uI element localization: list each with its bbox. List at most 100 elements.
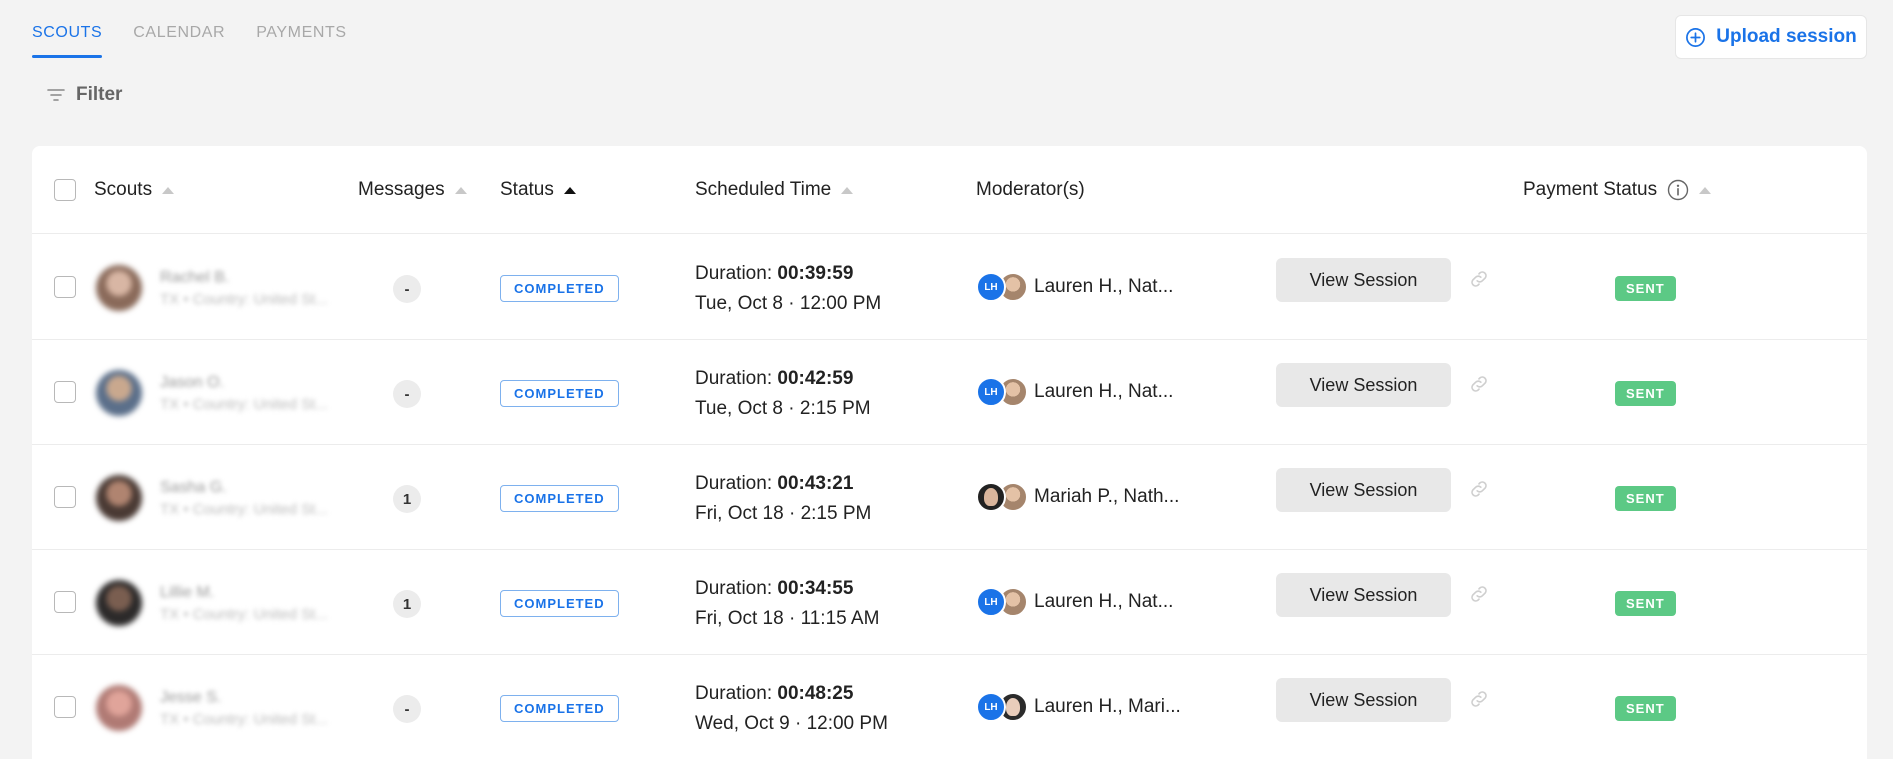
scout-name[interactable]: Sasha G. (160, 479, 227, 497)
status-badge: COMPLETED (500, 380, 619, 407)
view-session-button[interactable]: View Session (1276, 258, 1451, 302)
moderator-avatars (976, 482, 1036, 514)
moderator-initials-avatar: LH (976, 587, 1006, 617)
scheduled-datetime: Fri, Oct 18 · 11:15 AM (695, 608, 880, 629)
table-row: Lillie M. TX • Country: United St... 1 COMP… (32, 550, 1867, 655)
column-header-status[interactable]: Status (500, 146, 576, 234)
moderator-names: Lauren H., Nat... (1034, 591, 1174, 612)
view-session-button[interactable]: View Session (1276, 363, 1451, 407)
row-checkbox[interactable] (54, 276, 76, 298)
status-label: COMPLETED (514, 701, 605, 716)
filter-lines-icon (47, 89, 65, 101)
select-all-checkbox[interactable] (54, 179, 76, 201)
payment-status-label: SENT (1626, 491, 1665, 506)
link-icon[interactable] (1468, 373, 1490, 395)
duration-label: Duration: (695, 578, 778, 599)
moderator-initials: LH (984, 701, 998, 713)
scheduled-datetime: Wed, Oct 9 · 12:00 PM (695, 713, 888, 734)
table-row: Jason O. TX • Country: United St... - COMPL… (32, 340, 1867, 445)
moderator-initials-avatar: LH (976, 272, 1006, 302)
scout-location: TX • Country: United St... (160, 711, 328, 728)
avatar (96, 475, 142, 521)
tab-calendar[interactable]: CALENDAR (133, 0, 225, 58)
duration: Duration: 00:48:25 (695, 683, 853, 705)
scheduled-datetime: Fri, Oct 18 · 2:15 PM (695, 503, 872, 524)
scout-name[interactable]: Jesse S. (160, 689, 221, 707)
payment-status-label: SENT (1626, 386, 1665, 401)
view-session-button[interactable]: View Session (1276, 573, 1451, 617)
moderator-names: Mariah P., Nath... (1034, 486, 1180, 507)
duration: Duration: 00:43:21 (695, 473, 853, 495)
column-header-scouts[interactable]: Scouts (94, 146, 175, 234)
row-checkbox[interactable] (54, 486, 76, 508)
plus-circle-icon (1686, 27, 1706, 47)
duration: Duration: 00:39:59 (695, 263, 853, 285)
moderator-initials: LH (984, 386, 998, 398)
scout-location: TX • Country: United St... (160, 396, 328, 413)
row-checkbox[interactable] (54, 381, 76, 403)
sort-arrow-icon (454, 186, 467, 194)
messages-count-badge: - (393, 275, 421, 303)
link-icon[interactable] (1468, 478, 1490, 500)
avatar (96, 370, 142, 416)
status-label: COMPLETED (514, 281, 605, 296)
payment-status-badge: SENT (1615, 276, 1676, 301)
moderator-initials-avatar: LH (976, 377, 1006, 407)
duration: Duration: 00:34:55 (695, 578, 853, 600)
moderator-avatars: LH (976, 587, 1036, 619)
scout-name[interactable]: Jason O. (160, 374, 224, 392)
filter-button[interactable]: Filter (46, 84, 122, 106)
duration-value: 00:39:59 (777, 263, 854, 284)
moderator-initials: LH (984, 281, 998, 293)
tab-scouts[interactable]: SCOUTS (32, 0, 103, 58)
avatar (96, 685, 142, 731)
moderator-initials: LH (984, 596, 998, 608)
tab-payments[interactable]: PAYMENTS (256, 0, 346, 58)
messages-count-badge: - (393, 695, 421, 723)
scout-location: TX • Country: United St... (160, 606, 328, 623)
payment-status-label: SENT (1626, 596, 1665, 611)
column-header-moderators-label: Moderator(s) (976, 179, 1085, 200)
view-session-button[interactable]: View Session (1276, 468, 1451, 512)
scheduled-datetime: Tue, Oct 8 · 2:15 PM (695, 398, 871, 419)
duration-label: Duration: (695, 263, 778, 284)
scout-name[interactable]: Lillie M. (160, 584, 214, 602)
column-header-payment-status[interactable]: Payment Status (1523, 146, 1712, 234)
column-header-status-label: Status (500, 179, 554, 200)
status-badge: COMPLETED (500, 695, 619, 722)
avatar (96, 580, 142, 626)
upload-session-button[interactable]: Upload session (1675, 15, 1867, 59)
scout-name[interactable]: Rachel B. (160, 269, 229, 287)
filter-label: Filter (76, 84, 123, 105)
status-label: COMPLETED (514, 596, 605, 611)
payment-status-badge: SENT (1615, 381, 1676, 406)
payment-status-label: SENT (1626, 281, 1665, 296)
duration-value: 00:42:59 (777, 368, 854, 389)
info-icon[interactable] (1667, 179, 1689, 201)
messages-count: 1 (402, 595, 412, 613)
top-tabs: SCOUTS CALENDAR PAYMENTS (32, 0, 347, 58)
payment-status-badge: SENT (1615, 591, 1676, 616)
sort-arrow-active-icon (563, 186, 576, 194)
status-badge: COMPLETED (500, 275, 619, 302)
table-header: Scouts Messages Status Scheduled Time Mo… (32, 146, 1867, 234)
column-header-messages[interactable]: Messages (358, 146, 467, 234)
duration-value: 00:34:55 (777, 578, 854, 599)
avatar (96, 265, 142, 311)
payment-status-badge: SENT (1615, 696, 1676, 721)
scout-location: TX • Country: United St... (160, 291, 328, 308)
moderator-names: Lauren H., Nat... (1034, 381, 1174, 402)
upload-session-label: Upload session (1716, 26, 1857, 47)
link-icon[interactable] (1468, 583, 1490, 605)
duration-value: 00:48:25 (777, 683, 854, 704)
row-checkbox[interactable] (54, 696, 76, 718)
link-icon[interactable] (1468, 688, 1490, 710)
moderator-avatar (976, 482, 1006, 512)
link-icon[interactable] (1468, 268, 1490, 290)
column-header-scouts-label: Scouts (94, 179, 153, 200)
view-session-button[interactable]: View Session (1276, 678, 1451, 722)
column-header-scheduled-time[interactable]: Scheduled Time (695, 146, 854, 234)
messages-count: - (404, 385, 410, 403)
status-label: COMPLETED (514, 491, 605, 506)
row-checkbox[interactable] (54, 591, 76, 613)
